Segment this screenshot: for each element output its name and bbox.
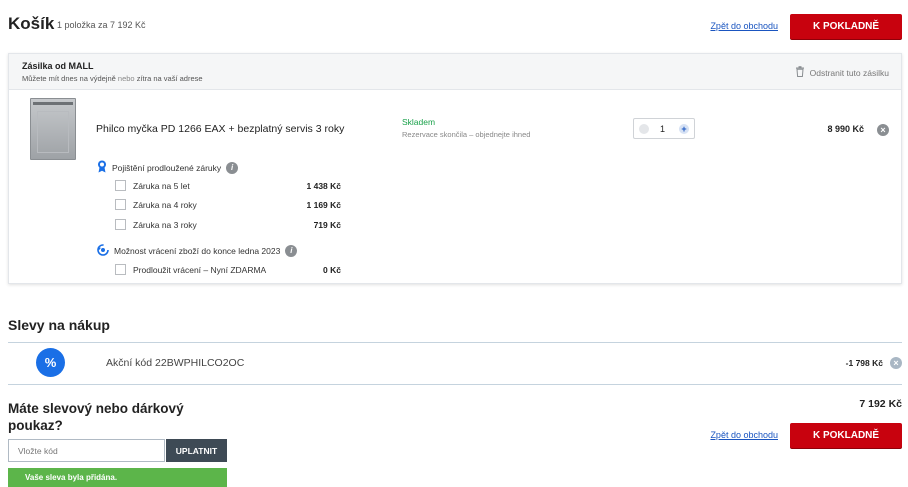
warranty-option-5y[interactable]: Záruka na 5 let 1 438 Kč [115,180,341,193]
remove-shipment-button[interactable]: Odstranit tuto zásilku [795,66,889,79]
apply-voucher-button[interactable]: UPLATNIT [166,439,227,462]
warranty-4y-label: Záruka na 4 roky [133,200,197,210]
shipment-card: Zásilka od MALL Můžete mít dnes na výdej… [8,53,902,284]
back-to-shop-link[interactable]: Zpět do obchodu [710,21,778,31]
warranty-4y-price: 1 169 Kč [306,200,342,210]
page-title: Košík [8,14,55,33]
warranty-label-text: Pojištění prodloužené záruky [112,162,222,173]
returns-extend-label: Prodloužit vrácení – Nyní ZDARMA [133,265,267,275]
warranty-5y-checkbox[interactable] [115,180,126,191]
promo-code-amount: -1 798 Kč [845,358,883,368]
remove-shipment-label: Odstranit tuto zásilku [809,67,889,78]
warranty-section-label: Pojištění prodloužené záruky i [97,160,239,175]
shipment-title: Zásilka od MALL [22,61,94,71]
product-name[interactable]: Philco myčka PD 1266 EAX + bezplatný ser… [96,123,344,135]
quantity-value[interactable]: 1 [660,124,665,134]
stock-status: Skladem [402,117,436,127]
product-image-dishwasher[interactable] [30,98,76,160]
promo-code-label: Akční kód 22BWPHILCO2OC [106,357,245,369]
item-price: 8 990 Kč [827,124,864,134]
returns-info-icon[interactable]: i [285,245,298,257]
quantity-increase-button[interactable]: + [679,124,689,134]
delivery-note-suffix: zítra na vaší adrese [136,74,203,83]
voucher-code-input[interactable] [8,439,165,462]
shipment-delivery-note: Můžete mít dnes na výdejně nebo zítra na… [22,74,203,83]
divider-top [8,342,902,343]
warranty-4y-checkbox[interactable] [115,199,126,210]
returns-extend-checkbox[interactable] [115,264,126,275]
reservation-note: Rezervace skončila – objednejte ihned [402,130,531,139]
back-to-shop-link-bottom[interactable]: Zpět do obchodu [710,430,778,440]
delivery-note-prefix: Můžete mít dnes na výdejně [22,74,116,83]
delivery-note-or: nebo [117,74,135,83]
percent-icon: % [36,348,65,377]
trash-icon [795,66,805,79]
ribbon-badge-icon [97,160,107,175]
order-total: 7 192 Kč [859,398,902,410]
checkout-button-top[interactable]: K POKLADNĚ [790,14,902,39]
warranty-5y-label: Záruka na 5 let [133,181,190,191]
remove-item-close-icon[interactable]: × [877,124,889,136]
warranty-option-3y[interactable]: Záruka na 3 roky 719 Kč [115,219,341,232]
returns-option-extend[interactable]: Prodloužit vrácení – Nyní ZDARMA 0 Kč [115,264,341,277]
returns-label-text: Možnost vrácení zboží do konce ledna 202… [114,246,281,256]
discounts-title: Slevy na nákup [8,317,110,333]
quantity-decrease-button[interactable] [639,124,649,134]
return-arrow-icon [97,244,109,258]
warranty-option-4y[interactable]: Záruka na 4 roky 1 169 Kč [115,199,341,212]
returns-extend-price: 0 Kč [323,265,341,275]
returns-section-label: Možnost vrácení zboží do konce ledna 202… [97,244,298,258]
quantity-stepper: 1 + [633,118,695,139]
checkout-button-bottom[interactable]: K POKLADNĚ [790,423,902,448]
warranty-3y-checkbox[interactable] [115,219,126,230]
divider-bottom [8,384,902,385]
warranty-3y-label: Záruka na 3 roky [133,220,197,230]
cart-summary-count: 1 položka za 7 192 Kč [57,20,146,30]
warranty-info-icon[interactable]: i [226,161,239,174]
cart-header: Košík 1 položka za 7 192 Kč Zpět do obch… [8,12,902,42]
shipment-header: Zásilka od MALL Můžete mít dnes na výdej… [9,54,901,90]
remove-promo-close-icon[interactable]: × [890,357,902,369]
voucher-title: Máte slevový nebo dárkový poukaz? [8,401,184,433]
warranty-5y-price: 1 438 Kč [306,181,342,191]
voucher-success-message: Vaše sleva byla přidána. [8,468,227,487]
warranty-3y-price: 719 Kč [313,220,341,230]
